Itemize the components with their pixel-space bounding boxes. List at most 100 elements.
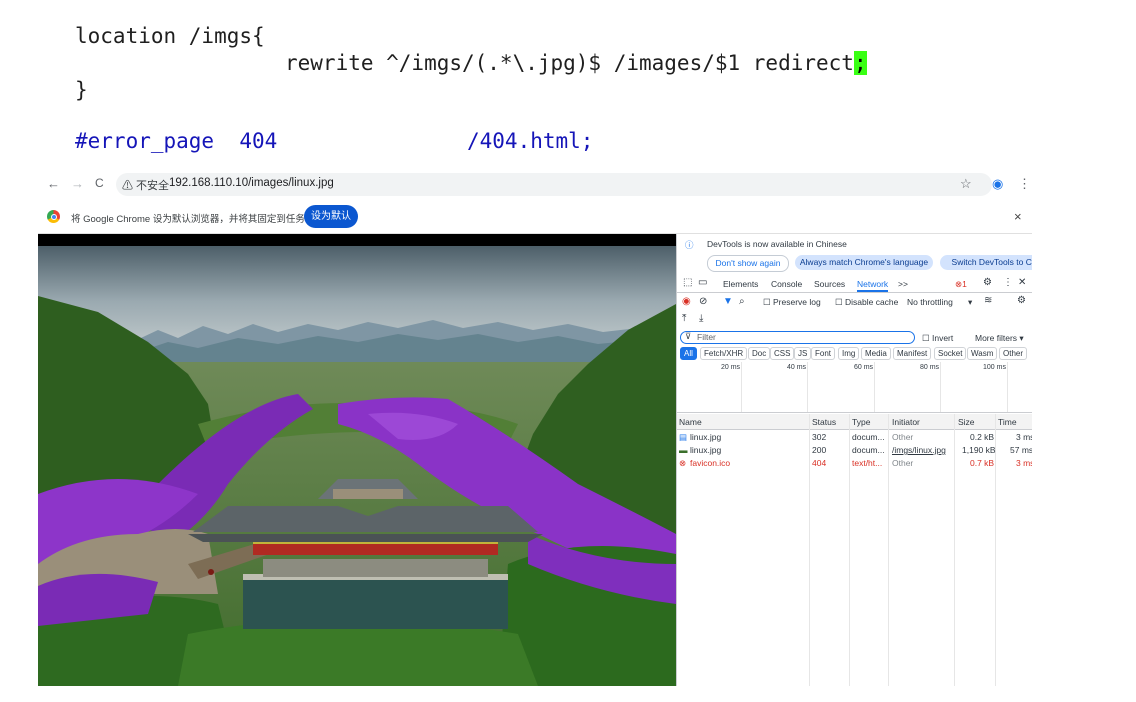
type-filter-wasm[interactable]: Wasm <box>967 347 998 360</box>
more-filters-dropdown[interactable]: More filters ▾ <box>975 333 1024 344</box>
checkbox-box: ☐ <box>922 333 932 343</box>
back-arrow-icon[interactable]: ← <box>47 176 60 191</box>
request-initiator: Other <box>892 458 914 468</box>
request-time: 3 ms <box>1016 458 1032 468</box>
type-filter-font[interactable]: Font <box>811 347 836 360</box>
more-tabs-button[interactable]: >> <box>898 279 908 289</box>
code-rewrite-text: rewrite ^/imgs/(.*\.jpg)$ /images/$1 red… <box>285 51 854 75</box>
table-row[interactable]: ⊗ favicon.ico 404 text/ht... Other 0.7 k… <box>677 457 1032 470</box>
browser-window: ← → C ⚠ 不安全 192.168.110.10/images/linux.… <box>38 170 1032 686</box>
throttling-select[interactable]: No throttling <box>907 297 953 307</box>
clear-icon[interactable]: ⊘ <box>699 296 707 307</box>
tab-network[interactable]: Network <box>857 279 889 292</box>
always-match-language-button[interactable]: Always match Chrome's language <box>795 255 933 270</box>
request-status: 302 <box>812 432 827 442</box>
type-filter-doc[interactable]: Doc <box>748 347 771 360</box>
request-initiator-link[interactable]: /imgs/linux.jpg <box>892 445 946 455</box>
invert-checkbox[interactable]: ☐ Invert <box>922 333 953 344</box>
chrome-menu-icon[interactable]: ⋮ <box>1018 176 1031 192</box>
request-name[interactable]: linux.jpg <box>690 445 721 455</box>
code-block: location /imgs{ rewrite ^/imgs/(.*\.jpg)… <box>75 26 975 156</box>
import-har-icon[interactable]: ⤒ <box>682 313 686 324</box>
timeline-divider <box>677 412 1032 413</box>
type-filter-css[interactable]: CSS <box>770 347 795 360</box>
url-text[interactable]: 192.168.110.10/images/linux.jpg <box>169 177 334 189</box>
tab-sources[interactable]: Sources <box>814 279 845 289</box>
type-filter-other[interactable]: Other <box>999 347 1028 360</box>
error-count-badge[interactable]: ⊗1 <box>955 279 967 290</box>
code-line-error-path: /404.html; <box>467 129 594 153</box>
text-cursor: ; <box>853 51 867 75</box>
type-filter-img[interactable]: Img <box>838 347 860 360</box>
timeline-tick: 20 ms <box>721 364 741 371</box>
document-icon: ▤ <box>679 432 688 442</box>
timeline-gridline <box>1007 362 1008 412</box>
table-row[interactable]: ▬ linux.jpg 200 docum... /imgs/linux.jpg… <box>677 444 1032 457</box>
omnibox[interactable]: ⚠ 不安全 192.168.110.10/images/linux.jpg <box>116 173 992 196</box>
disable-cache-checkbox[interactable]: ☐ Disable cache <box>835 297 898 308</box>
profile-icon[interactable]: ◉ <box>992 176 1003 192</box>
default-browser-infobar: 将 Google Chrome 设为默认浏览器，并将其固定到任务栏 设为默认 × <box>38 200 1032 234</box>
column-header-name[interactable]: Name <box>679 417 702 427</box>
infobar-close-icon[interactable]: × <box>1014 209 1022 224</box>
type-filter-manifest[interactable]: Manifest <box>893 347 932 360</box>
disable-cache-label: Disable cache <box>844 297 899 307</box>
request-status: 404 <box>812 458 827 468</box>
filter-funnel-icon[interactable]: ▼ <box>723 296 733 307</box>
column-header-type[interactable]: Type <box>852 417 870 427</box>
preserve-log-label: Preserve log <box>772 297 821 307</box>
type-filter-js[interactable]: JS <box>794 347 812 360</box>
column-header-time[interactable]: Time <box>998 417 1017 427</box>
column-header-size[interactable]: Size <box>958 417 975 427</box>
request-time: 57 ms <box>1010 445 1032 455</box>
record-icon[interactable]: ◉ <box>682 296 691 307</box>
error-icon: ⊗ <box>679 458 687 468</box>
export-har-icon[interactable]: ⤓ <box>699 313 703 324</box>
table-row[interactable]: ▤ linux.jpg 302 docum... Other 0.2 kB 3 … <box>677 431 1032 444</box>
column-header-initiator[interactable]: Initiator <box>892 417 920 427</box>
request-type: docum... <box>852 432 885 442</box>
switch-devtools-language-button[interactable]: Switch DevTools to Chi <box>940 255 1032 270</box>
tab-console[interactable]: Console <box>771 279 802 289</box>
inspect-element-icon[interactable]: ⬚ <box>683 277 692 288</box>
code-line-close-brace: } <box>75 78 88 102</box>
devtools-menu-icon[interactable]: ⋮ <box>1003 277 1013 288</box>
bookmark-star-icon[interactable]: ☆ <box>960 176 972 192</box>
type-filter-fetch-xhr[interactable]: Fetch/XHR <box>700 347 748 360</box>
invert-label: Invert <box>931 333 954 343</box>
request-type: docum... <box>852 445 885 455</box>
column-header-status[interactable]: Status <box>812 417 836 427</box>
network-settings-icon[interactable]: ⚙ <box>1017 295 1026 306</box>
devtools-close-icon[interactable]: ✕ <box>1018 277 1026 288</box>
forward-arrow-icon[interactable]: → <box>71 176 84 191</box>
throttling-chevron-icon[interactable]: ▾ <box>968 297 972 308</box>
request-name[interactable]: linux.jpg <box>690 432 721 442</box>
code-line-rewrite: rewrite ^/imgs/(.*\.jpg)$ /images/$1 red… <box>285 51 867 75</box>
preserve-log-checkbox[interactable]: ☐ Preserve log <box>763 297 821 308</box>
request-type: text/ht... <box>852 458 883 468</box>
request-name[interactable]: favicon.ico <box>690 458 730 468</box>
timeline-tick: 40 ms <box>787 364 807 371</box>
devtools-panel: ⓘ DevTools is now available in Chinese D… <box>676 234 1032 686</box>
info-icon: ⓘ <box>685 240 694 250</box>
checkbox-box: ☐ <box>763 297 773 307</box>
timeline-gridline <box>874 362 875 412</box>
filter-input[interactable]: ⊽ Filter <box>680 331 915 344</box>
code-line-error-page: #error_page 404 <box>75 129 278 153</box>
settings-gear-icon[interactable]: ⚙ <box>983 277 992 288</box>
set-default-button[interactable]: 设为默认 <box>304 205 358 228</box>
timeline-tick: 100 ms <box>983 364 1006 371</box>
device-toggle-icon[interactable]: ▭ <box>698 277 707 288</box>
type-filter-all[interactable]: All <box>680 347 697 360</box>
request-size: 1,190 kB <box>962 445 996 455</box>
reload-icon[interactable]: C <box>95 176 104 190</box>
network-conditions-icon[interactable]: ≋ <box>984 295 992 306</box>
tab-elements[interactable]: Elements <box>723 279 758 289</box>
type-filter-socket[interactable]: Socket <box>934 347 967 360</box>
landscape-photo <box>38 234 676 686</box>
search-icon[interactable]: ⌕ <box>739 296 745 307</box>
infobar-text: 将 Google Chrome 设为默认浏览器，并将其固定到任务栏 <box>71 214 315 225</box>
dont-show-again-button[interactable]: Don't show again <box>707 255 789 272</box>
type-filter-media[interactable]: Media <box>861 347 891 360</box>
security-warning-chip[interactable]: ⚠ 不安全 <box>122 177 169 193</box>
